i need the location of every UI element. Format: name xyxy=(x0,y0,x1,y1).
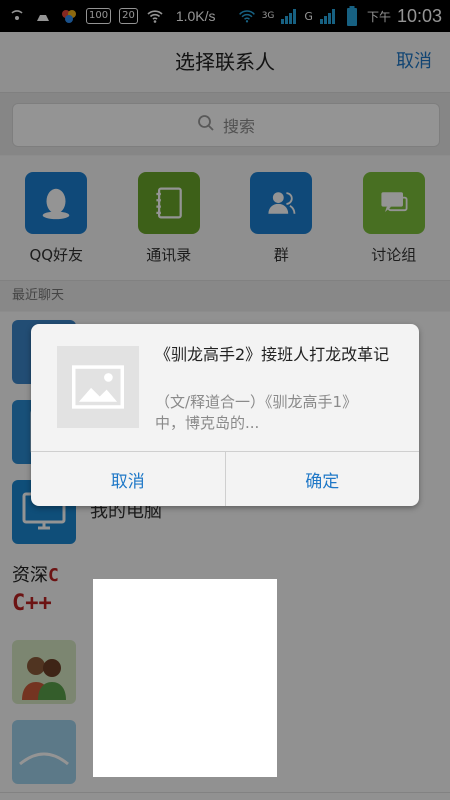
share-dialog: 《驯龙高手2》接班人打龙改革记 （文/释道合一）《驯龙高手1》中，博克岛的...… xyxy=(31,324,419,506)
dialog-cancel-button[interactable]: 取消 xyxy=(31,452,225,506)
blank-panel xyxy=(93,579,277,777)
dialog-confirm-button[interactable]: 确定 xyxy=(224,452,420,506)
dialog-title: 《驯龙高手2》接班人打龙改革记 xyxy=(155,345,390,364)
dialog-buttons: 取消 确定 xyxy=(31,451,419,506)
image-placeholder-icon xyxy=(57,346,139,428)
dialog-description: （文/释道合一）《驯龙高手1》中，博克岛的... xyxy=(155,393,358,432)
